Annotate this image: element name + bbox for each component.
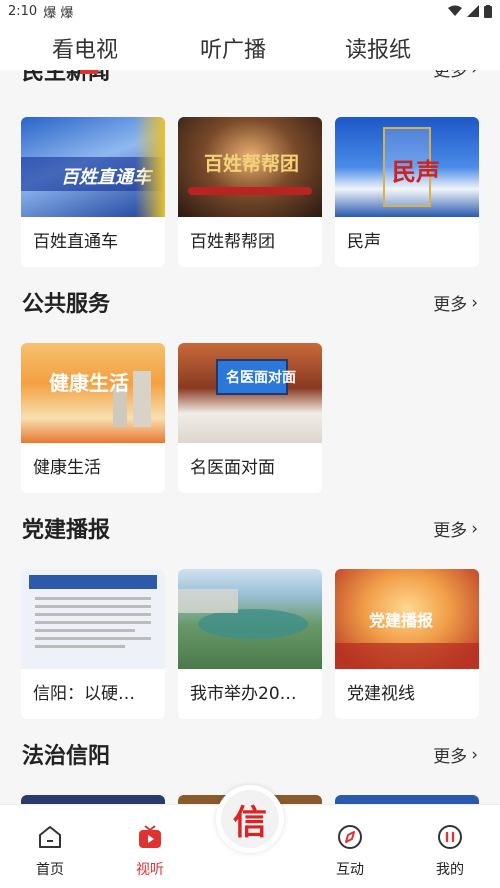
- thumbnail-caption: 民声: [392, 158, 440, 186]
- section-header: 法治信阳 更多 ›: [0, 734, 500, 774]
- section-header: 民生新闻 更多 ›: [0, 70, 500, 88]
- news-label: 党建视线: [347, 684, 415, 704]
- center-logo-button[interactable]: 信: [216, 785, 284, 853]
- news-card[interactable]: 我市举办20…: [178, 569, 322, 719]
- tv-icon: [139, 825, 161, 848]
- program-card[interactable]: 百姓直通车 百姓直通车: [21, 117, 165, 267]
- program-thumbnail: 健康生活: [21, 343, 165, 443]
- section-header: 公共服务 更多 ›: [0, 282, 500, 322]
- thumbnail-caption: 健康生活: [49, 371, 129, 395]
- more-link[interactable]: 更多 ›: [433, 742, 478, 768]
- program-thumbnail: 民声: [335, 117, 479, 217]
- tab-read-newspaper[interactable]: 读报纸: [345, 32, 411, 64]
- news-card[interactable]: 党建播报 党建视线: [335, 569, 479, 719]
- more-link[interactable]: 更多 ›: [433, 290, 478, 316]
- program-thumbnail: 名医面对面: [178, 343, 322, 443]
- battery-icon: [484, 4, 492, 18]
- more-label: 更多: [433, 70, 468, 81]
- news-thumbnail: [178, 569, 322, 669]
- program-card[interactable]: 健康生活 健康生活: [21, 343, 165, 493]
- more-label: 更多: [433, 521, 468, 541]
- program-label: 名医面对面: [190, 458, 275, 478]
- status-bar: 2:10 爆 爆: [0, 0, 500, 22]
- signal-icon: [467, 5, 479, 17]
- more-label: 更多: [433, 295, 468, 315]
- nav-home[interactable]: 首页: [15, 823, 85, 879]
- section-title: 公共服务: [22, 292, 111, 317]
- more-link[interactable]: 更多 ›: [433, 516, 478, 542]
- nav-label: 互动: [336, 862, 364, 878]
- chevron-right-icon: ›: [471, 518, 478, 539]
- chevron-right-icon: ›: [471, 744, 478, 765]
- news-thumbnail: 党建播报: [335, 569, 479, 669]
- program-card[interactable]: 名医面对面 名医面对面: [178, 343, 322, 493]
- thumbnail-caption: 百姓帮帮团: [204, 153, 300, 175]
- media-tabs: 看电视 听广播 读报纸: [0, 22, 500, 70]
- wifi-icon: [448, 5, 462, 16]
- bottom-nav: 首页 视听 信 互动 我的: [0, 785, 500, 888]
- chevron-right-icon: ›: [471, 292, 478, 313]
- title-accent-mark: [80, 70, 98, 74]
- thumbnail-caption: 名医面对面: [226, 370, 296, 386]
- xinyang-logo-icon: 信: [221, 790, 279, 848]
- card-peek: [21, 795, 165, 804]
- profile-icon: [438, 825, 462, 849]
- program-label: 百姓帮帮团: [190, 232, 275, 252]
- status-time: 2:10: [8, 3, 38, 19]
- tab-listen-radio[interactable]: 听广播: [200, 32, 266, 64]
- nav-label: 视听: [136, 862, 164, 878]
- nav-interact[interactable]: 互动: [315, 823, 385, 879]
- news-card[interactable]: 信阳：以硬…: [21, 569, 165, 719]
- nav-profile[interactable]: 我的: [415, 823, 485, 879]
- news-thumbnail: [21, 569, 165, 669]
- program-thumbnail: 百姓直通车: [21, 117, 165, 217]
- section-title: 党建播报: [22, 518, 111, 543]
- notification-icons: 爆 爆: [43, 5, 74, 21]
- more-label: 更多: [433, 747, 468, 767]
- news-label: 信阳：以硬…: [33, 684, 135, 704]
- program-label: 民声: [347, 232, 381, 252]
- thumbnail-caption: 党建播报: [369, 611, 434, 630]
- compass-icon: [338, 825, 362, 849]
- content-scroll[interactable]: 民生新闻 更多 › 百姓直通车 百姓直通车 百姓帮帮团 百姓帮帮团 民声 民声 …: [0, 70, 500, 804]
- nav-media[interactable]: 视听: [115, 823, 185, 879]
- program-label: 百姓直通车: [33, 232, 118, 252]
- home-icon: [39, 826, 61, 848]
- more-link[interactable]: 更多 ›: [433, 70, 478, 81]
- card-peek: [335, 795, 479, 804]
- nav-label: 首页: [36, 862, 64, 878]
- section-title: 法治信阳: [22, 744, 111, 769]
- program-label: 健康生活: [33, 458, 101, 478]
- section-header: 党建播报 更多 ›: [0, 508, 500, 548]
- nav-label: 我的: [436, 862, 464, 878]
- news-label: 我市举办20…: [190, 684, 297, 704]
- program-thumbnail: 百姓帮帮团: [178, 117, 322, 217]
- chevron-right-icon: ›: [471, 70, 478, 79]
- tab-watch-tv[interactable]: 看电视: [52, 32, 118, 64]
- program-card[interactable]: 百姓帮帮团 百姓帮帮团: [178, 117, 322, 267]
- program-card[interactable]: 民声 民声: [335, 117, 479, 267]
